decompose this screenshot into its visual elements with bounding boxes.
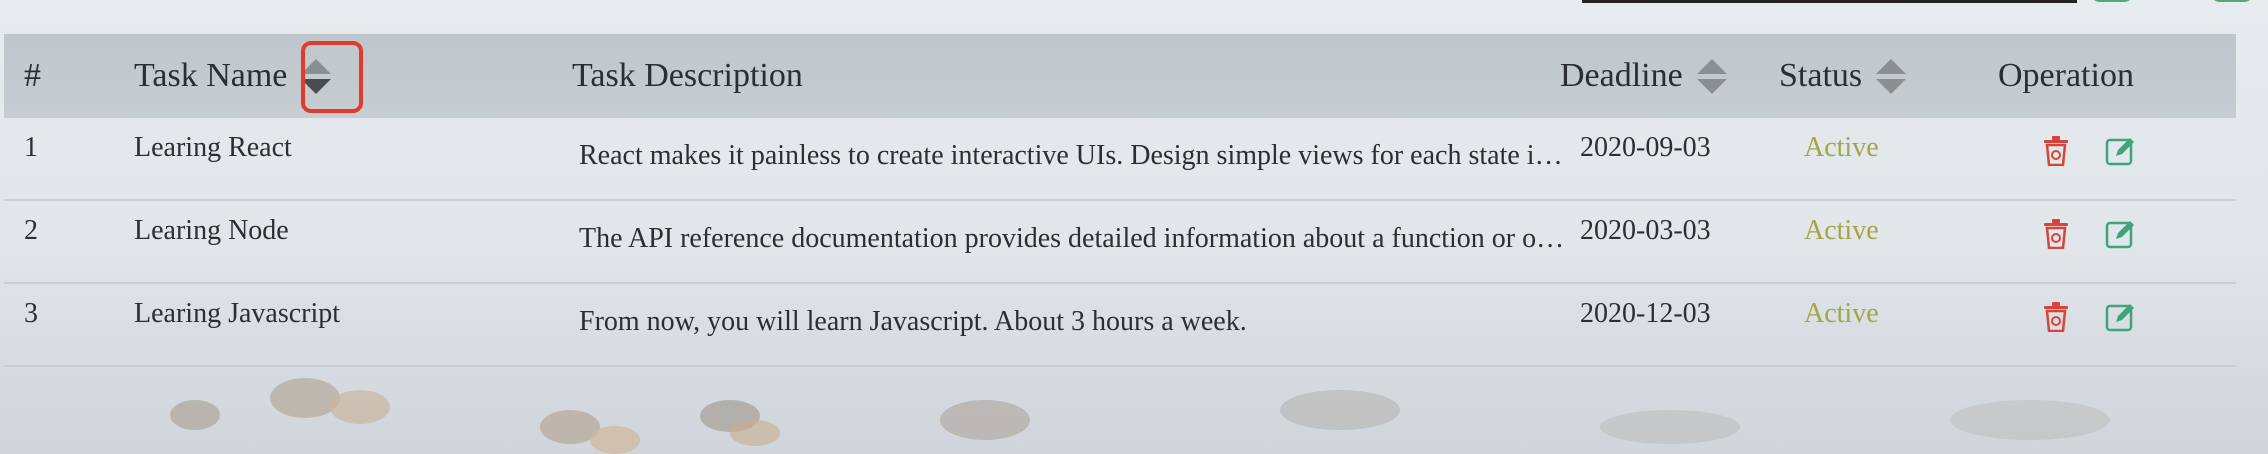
search-input-edge[interactable] <box>1582 0 2077 3</box>
edit-icon[interactable] <box>2104 134 2136 168</box>
header-status[interactable]: Status <box>1779 34 1907 118</box>
row-deadline: 2020-12-03 <box>1580 298 1711 329</box>
row-index: 2 <box>24 215 38 246</box>
header-task-name-label: Task Name <box>134 57 288 94</box>
status-badge: Active <box>1804 215 1879 246</box>
row-index: 3 <box>24 298 38 329</box>
header-deadline[interactable]: Deadline <box>1560 34 1727 118</box>
table-row: 2 Learing Node The API reference documen… <box>4 201 2236 284</box>
header-operation: Operation <box>1998 57 2134 94</box>
row-index: 1 <box>24 132 38 163</box>
table-row: 3 Learing Javascript From now, you will … <box>4 284 2236 367</box>
task-table: # Task Name Task Description Deadline St… <box>4 34 2236 367</box>
background-rocks <box>0 360 2268 454</box>
header-index: # <box>24 57 41 94</box>
status-badge: Active <box>1804 298 1879 329</box>
trash-icon[interactable] <box>2040 217 2072 251</box>
header-deadline-label: Deadline <box>1560 57 1683 94</box>
top-button-partial-2[interactable] <box>2210 0 2254 2</box>
header-task-description: Task Description <box>572 57 803 94</box>
edit-icon[interactable] <box>2104 217 2136 251</box>
row-task-name: Learing React <box>134 132 292 163</box>
row-deadline: 2020-09-03 <box>1580 132 1711 163</box>
row-deadline: 2020-03-03 <box>1580 215 1711 246</box>
status-badge: Active <box>1804 132 1879 163</box>
table-row: 1 Learing React React makes it painless … <box>4 118 2236 201</box>
trash-icon[interactable] <box>2040 300 2072 334</box>
edit-icon[interactable] <box>2104 300 2136 334</box>
row-task-name: Learing Javascript <box>134 298 341 329</box>
sort-icon[interactable] <box>1876 54 1907 98</box>
row-task-description: From now, you will learn Javascript. Abo… <box>579 306 1247 337</box>
row-task-description: React makes it painless to create intera… <box>579 140 1569 171</box>
trash-icon[interactable] <box>2040 134 2072 168</box>
table-header: # Task Name Task Description Deadline St… <box>4 34 2236 118</box>
row-task-name: Learing Node <box>134 215 289 246</box>
sort-highlight-box <box>301 41 363 113</box>
top-button-partial-1[interactable] <box>2090 0 2134 2</box>
row-task-description: The API reference documentation provides… <box>579 223 1569 254</box>
header-status-label: Status <box>1779 57 1863 94</box>
sort-icon[interactable] <box>1696 54 1727 98</box>
